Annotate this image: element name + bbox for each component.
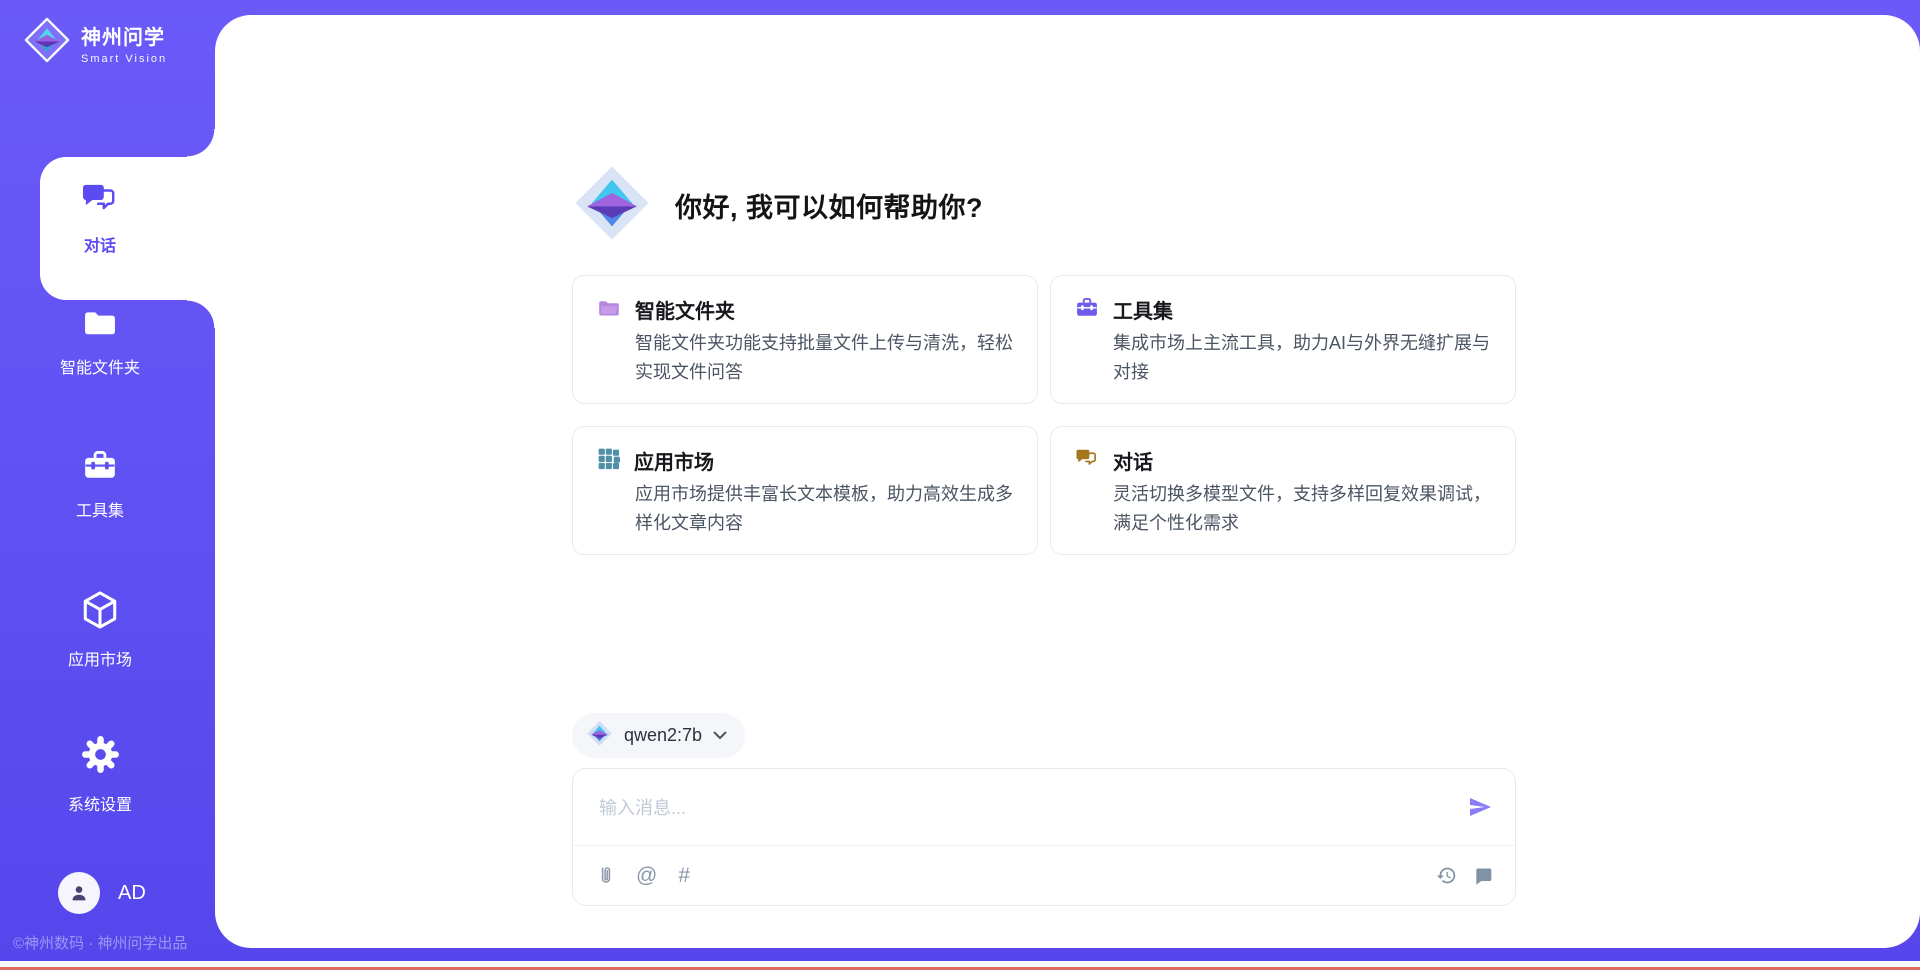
assistant-diamond-logo-icon: [572, 163, 652, 248]
copyright-text: ©神州数码 · 神州问学出品: [13, 932, 187, 953]
card-title: 应用市场: [634, 446, 714, 475]
sidebar-item-label: 智能文件夹: [60, 354, 140, 378]
model-selector[interactable]: qwen2:7b: [572, 713, 745, 758]
greeting: 你好, 我可以如何帮助你?: [572, 163, 983, 248]
sidebar-item-toolset[interactable]: 工具集: [0, 448, 200, 521]
user-name-label: AD: [118, 882, 146, 905]
chat-bubble-icon[interactable]: [1473, 866, 1493, 886]
sidebar-item-settings[interactable]: 系统设置: [0, 734, 200, 815]
chevron-down-icon: [713, 727, 727, 745]
folder-icon: [597, 297, 621, 323]
sidebar-item-label: 对话: [84, 232, 116, 256]
sidebar-item-chat[interactable]: 对话: [0, 182, 200, 256]
brand-text: 神州问学 Smart Vision: [81, 21, 167, 65]
history-icon[interactable]: [1436, 865, 1457, 886]
hashtag-icon[interactable]: #: [678, 865, 690, 886]
user-account[interactable]: AD: [58, 872, 146, 914]
model-name-label: qwen2:7b: [624, 725, 702, 746]
card-description: 集成市场上主流工具，助力AI与外界无缝扩展与对接: [1075, 329, 1491, 387]
cube-icon: [81, 590, 119, 635]
chat-icon: [81, 182, 119, 221]
card-smart-folder[interactable]: 智能文件夹 智能文件夹功能支持批量文件上传与清洗，轻松实现文件问答: [572, 275, 1038, 404]
card-toolset[interactable]: 工具集 集成市场上主流工具，助力AI与外界无缝扩展与对接: [1050, 275, 1516, 404]
sidebar-item-label: 应用市场: [68, 646, 132, 670]
sidebar-item-label: 系统设置: [68, 791, 132, 815]
card-description: 智能文件夹功能支持批量文件上传与清洗，轻松实现文件问答: [597, 329, 1013, 387]
app-window: 神州问学 Smart Vision 对话 智能文件夹: [0, 0, 1920, 970]
card-app-market[interactable]: 应用市场 应用市场提供丰富长文本模板，助力高效生成多样化文章内容: [572, 426, 1038, 555]
gear-icon: [80, 734, 121, 780]
composer-toolbar: @ #: [597, 846, 1493, 905]
card-title: 工具集: [1113, 295, 1173, 324]
toolbox-icon: [82, 448, 118, 486]
message-composer: @ #: [572, 768, 1516, 906]
card-description: 灵活切换多模型文件，支持多样回复效果调试，满足个性化需求: [1075, 480, 1491, 538]
card-chat[interactable]: 对话 灵活切换多模型文件，支持多样回复效果调试，满足个性化需求: [1050, 426, 1516, 555]
folder-icon: [81, 306, 119, 343]
sidebar-item-label: 工具集: [76, 497, 124, 521]
mention-at-icon[interactable]: @: [636, 865, 657, 886]
brand-diamond-logo-icon: [24, 17, 70, 68]
chat-icon: [1075, 448, 1099, 474]
sidebar-item-smart-folder[interactable]: 智能文件夹: [0, 306, 200, 378]
main-panel: 你好, 我可以如何帮助你? 智能文件夹 智能文件夹功能支持批量文件上传与清洗，轻…: [215, 15, 1920, 948]
send-icon[interactable]: [1467, 795, 1493, 821]
tab-fillet-top: [187, 129, 215, 157]
toolbox-icon: [1075, 296, 1099, 323]
feature-cards: 智能文件夹 智能文件夹功能支持批量文件上传与清洗，轻松实现文件问答: [572, 275, 1516, 555]
brand: 神州问学 Smart Vision: [24, 17, 167, 68]
sidebar: 神州问学 Smart Vision 对话 智能文件夹: [0, 0, 215, 970]
card-description: 应用市场提供丰富长文本模板，助力高效生成多样化文章内容: [597, 480, 1013, 538]
app-title: 神州问学: [81, 21, 167, 50]
grid-icon: [597, 447, 620, 475]
greeting-title: 你好, 我可以如何帮助你?: [675, 186, 983, 225]
sidebar-item-app-market[interactable]: 应用市场: [0, 590, 200, 670]
card-title: 智能文件夹: [635, 295, 735, 324]
model-diamond-logo-icon: [586, 720, 613, 752]
card-title: 对话: [1113, 446, 1153, 475]
app-subtitle: Smart Vision: [81, 53, 167, 65]
attachment-paperclip-icon[interactable]: [597, 864, 615, 888]
avatar: [58, 872, 100, 914]
message-input[interactable]: [597, 783, 1445, 833]
